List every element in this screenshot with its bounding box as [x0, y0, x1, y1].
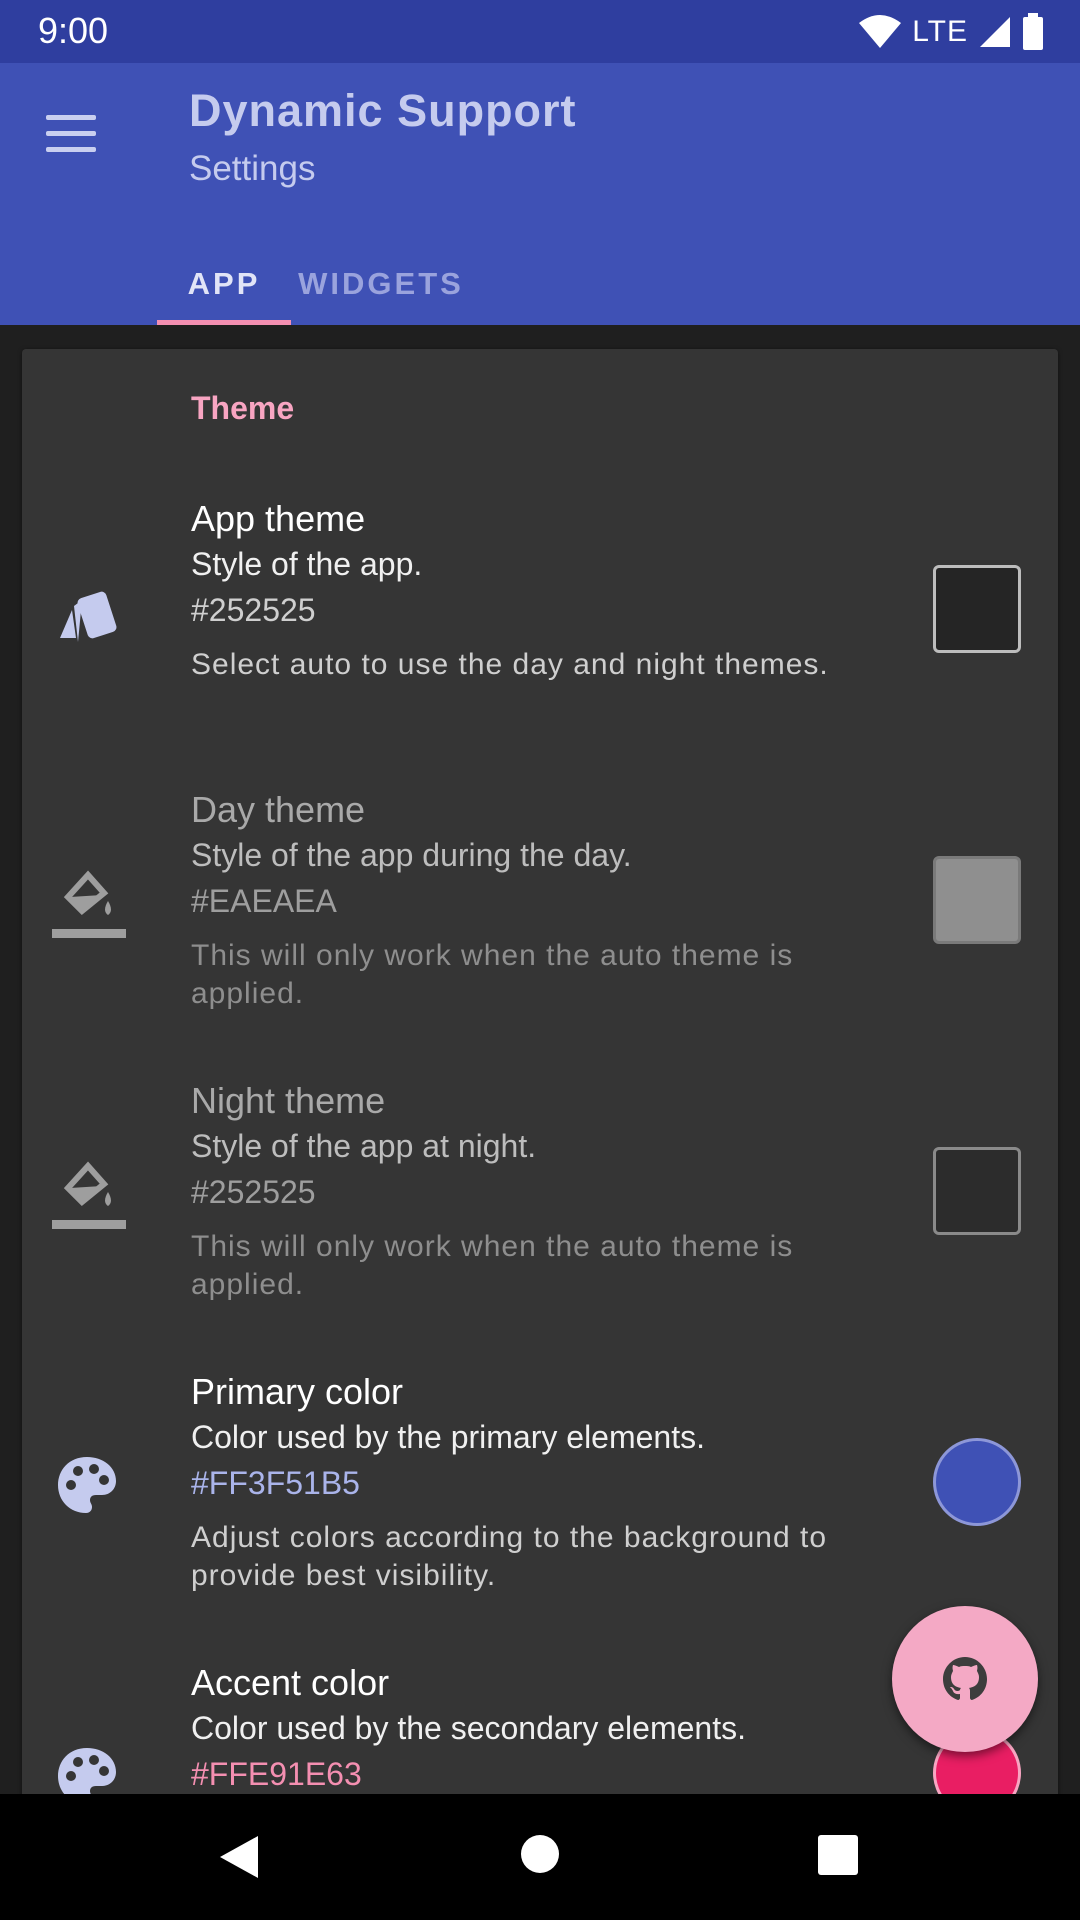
palette-icon	[58, 1457, 116, 1513]
app-bar: Dynamic Support Settings APP WIDGETS	[0, 63, 1080, 325]
setting-summary: Color used by the primary elements.	[191, 1419, 705, 1455]
setting-app-theme[interactable]: App theme Style of the app. #252525 Sele…	[22, 490, 1058, 730]
back-icon[interactable]	[214, 1832, 264, 1882]
github-icon	[943, 1657, 987, 1700]
setting-summary: Style of the app.	[191, 546, 423, 582]
navigation-bar	[0, 1794, 1080, 1920]
setting-night-theme[interactable]: Night theme Style of the app at night. #…	[22, 1072, 1058, 1312]
setting-value: #252525	[191, 1174, 316, 1210]
setting-title: Night theme	[191, 1080, 386, 1121]
setting-value: #EAEAEA	[191, 883, 337, 919]
setting-description: This will only work when the auto theme …	[191, 1230, 794, 1301]
setting-value: #FFE91E63	[191, 1756, 362, 1792]
tab-indicator	[157, 320, 291, 325]
menu-icon[interactable]	[46, 115, 100, 155]
color-swatch[interactable]	[933, 1438, 1021, 1526]
home-icon[interactable]	[518, 1832, 562, 1876]
setting-title: Day theme	[191, 789, 366, 830]
setting-day-theme[interactable]: Day theme Style of the app during the da…	[22, 781, 1058, 1021]
setting-summary: Style of the app during the day.	[191, 837, 632, 873]
setting-value: #252525	[191, 592, 316, 628]
setting-title: Accent color	[191, 1662, 390, 1703]
cell-signal-icon	[980, 17, 1010, 47]
setting-description: This will only work when the auto theme …	[191, 939, 794, 1010]
status-icons: LTE	[858, 10, 1044, 54]
cards-icon	[60, 591, 117, 642]
color-swatch[interactable]	[933, 565, 1021, 653]
setting-summary: Color used by the secondary elements.	[191, 1710, 746, 1746]
color-swatch[interactable]	[933, 856, 1021, 944]
wifi-icon	[859, 15, 902, 48]
status-time: 9:00	[38, 10, 109, 51]
tab-widgets[interactable]: WIDGETS	[291, 243, 471, 325]
setting-primary-color[interactable]: Primary color Color used by the primary …	[22, 1363, 1058, 1603]
setting-description: Adjust colors according to the backgroun…	[191, 1521, 828, 1592]
status-bar: 9:00 LTE	[0, 0, 1080, 63]
network-type-label: LTE	[912, 15, 968, 48]
setting-title: App theme	[191, 498, 366, 539]
battery-icon	[1023, 13, 1043, 50]
setting-description: Select auto to use the day and night the…	[191, 648, 829, 681]
setting-summary: Style of the app at night.	[191, 1128, 537, 1164]
section-title: Theme	[191, 390, 295, 426]
setting-title: Primary color	[191, 1371, 404, 1412]
paint-bucket-icon	[52, 870, 126, 938]
setting-value: #FF3F51B5	[191, 1465, 360, 1501]
color-swatch[interactable]	[933, 1147, 1021, 1235]
recents-icon[interactable]	[816, 1833, 860, 1877]
github-fab[interactable]	[892, 1606, 1038, 1752]
palette-icon	[58, 1748, 116, 1794]
paint-bucket-icon	[52, 1161, 126, 1229]
app-title: Dynamic Support	[189, 85, 577, 136]
app-subtitle: Settings	[189, 149, 316, 188]
tab-app[interactable]: APP	[157, 243, 291, 325]
